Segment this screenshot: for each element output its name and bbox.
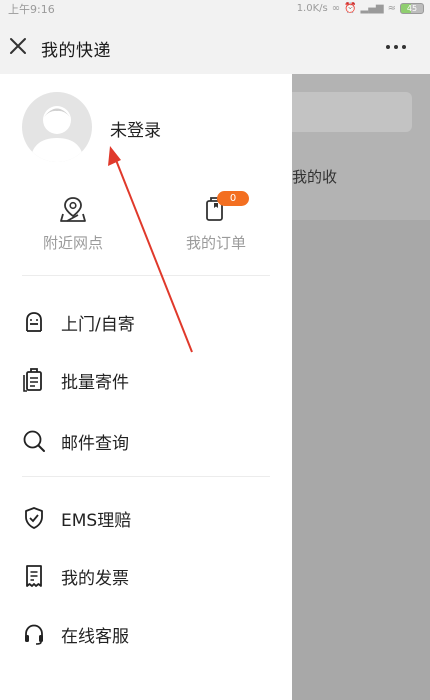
menu-label-batch-send: 批量寄件 (61, 372, 129, 393)
default-avatar-icon (30, 106, 84, 162)
signal-icon: ▂▄▆ (360, 2, 384, 14)
menu-label-online-support: 在线客服 (61, 626, 129, 647)
background-page-overlay[interactable]: 我的收 (292, 74, 430, 700)
my-orders-icon-wrap: 0 (201, 191, 249, 224)
menu-label-mail-query: 邮件查询 (61, 433, 129, 454)
menu-item-pickup-dropoff[interactable]: 上门/自寄 (22, 302, 272, 342)
menu-label-pickup-dropoff: 上门/自寄 (61, 314, 135, 335)
my-orders-button[interactable]: 0 我的订单 (161, 191, 271, 253)
close-icon[interactable] (8, 36, 28, 56)
avatar[interactable] (22, 92, 92, 162)
divider (22, 275, 270, 276)
background-header-band: 我的收 (292, 74, 430, 220)
menu-item-online-support[interactable]: 在线客服 (22, 614, 272, 654)
menu-item-batch-send[interactable]: 批量寄件 (22, 360, 272, 400)
divider (22, 476, 270, 477)
login-status[interactable]: 未登录 (110, 116, 161, 141)
order-count-badge: 0 (217, 191, 249, 206)
map-pin-icon (60, 197, 86, 222)
wifi-icon: ≈ (387, 2, 396, 14)
menu-label-my-invoices: 我的发票 (61, 568, 129, 589)
nearby-outlets-button[interactable]: 附近网点 (18, 194, 128, 253)
link-icon: ∞ (331, 2, 341, 14)
status-icons: 1.0K/s ∞ ⏰ ▂▄▆ ≈ 45 (297, 0, 424, 16)
status-bar: 上午9:16 1.0K/s ∞ ⏰ ▂▄▆ ≈ 45 (0, 0, 430, 16)
menu-label-ems-claims: EMS理赔 (61, 510, 132, 531)
alarm-icon: ⏰ (344, 2, 357, 14)
courier-icon (22, 309, 52, 335)
background-search-box (292, 92, 412, 132)
battery-icon: 45 (400, 2, 424, 14)
nearby-outlets-label: 附近网点 (42, 234, 103, 252)
menu-item-my-invoices[interactable]: 我的发票 (22, 556, 272, 596)
side-drawer: 未登录 附近网点 0 我的订单 上门/自寄 批量寄件 邮件查询 EMS理赔 我的… (0, 74, 292, 700)
receipt-icon (22, 563, 52, 589)
menu-item-mail-query[interactable]: 邮件查询 (22, 421, 272, 461)
batch-send-icon (22, 367, 52, 393)
shield-check-icon (22, 505, 52, 531)
page-title: 我的快递 (41, 41, 111, 61)
headset-icon (22, 621, 52, 647)
status-time: 上午9:16 (8, 3, 55, 16)
menu-item-ems-claims[interactable]: EMS理赔 (22, 498, 272, 538)
my-orders-label: 我的订单 (185, 234, 246, 252)
background-partial-text: 我的收 (292, 168, 338, 186)
search-icon (22, 428, 52, 454)
title-bar: 我的快递 (0, 16, 430, 74)
net-speed: 1.0K/s (296, 2, 328, 14)
more-icon[interactable] (386, 45, 406, 51)
